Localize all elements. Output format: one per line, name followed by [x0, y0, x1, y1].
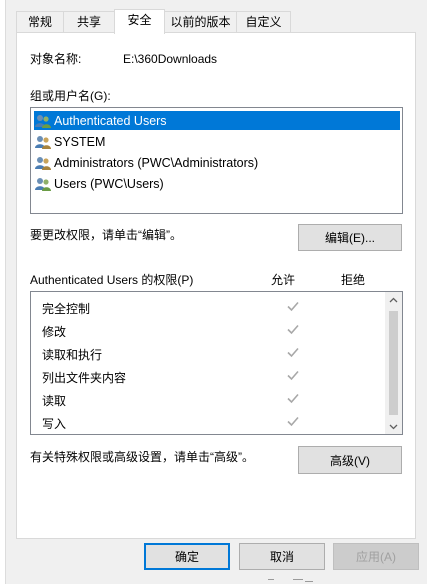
edit-button[interactable]: 编辑(E)... [298, 224, 402, 251]
permission-row: 读取 [42, 389, 382, 409]
users-listbox[interactable]: Authenticated Users SYSTEM Administrator… [30, 107, 403, 214]
user-name: Authenticated Users [54, 113, 167, 128]
permission-row: 读取和执行 [42, 343, 382, 363]
allow-check-icon [287, 301, 299, 312]
permissions-list[interactable]: 完全控制 修改 读取和执行 列出文件夹内容 读取 写入 [30, 291, 403, 435]
tab-general[interactable]: 常规 [16, 11, 64, 33]
permission-name: 读取 [42, 394, 67, 408]
list-item-administrators[interactable]: Administrators (PWC\Administrators) [34, 153, 400, 172]
users-group-icon [34, 176, 52, 192]
tab-sharing-label: 共享 [76, 15, 101, 29]
tab-security-label: 安全 [127, 13, 152, 27]
background-fragment [305, 581, 313, 582]
tab-previous-versions-label: 以前的版本 [170, 15, 231, 29]
list-item-system[interactable]: SYSTEM [34, 132, 400, 151]
user-name: Users (PWC\Users) [54, 176, 164, 191]
tab-previous-versions[interactable]: 以前的版本 [164, 11, 237, 33]
user-name: SYSTEM [54, 134, 106, 149]
ok-button[interactable]: 确定 [144, 543, 230, 570]
users-group-icon [34, 134, 52, 150]
users-group-icon [34, 155, 52, 171]
apply-button: 应用(A) [333, 543, 419, 570]
permission-row: 列出文件夹内容 [42, 366, 382, 386]
allow-check-icon [287, 416, 299, 427]
permission-name: 列出文件夹内容 [42, 371, 127, 385]
users-group-icon [34, 113, 52, 129]
tab-customize[interactable]: 自定义 [236, 11, 291, 33]
deny-column-label: 拒绝 [341, 273, 366, 287]
allow-check-icon [287, 324, 299, 335]
change-permissions-hint: 要更改权限，请单击“编辑”。 [30, 228, 182, 242]
object-name-value: E:\360Downloads [123, 52, 218, 66]
list-item-authenticated-users[interactable]: Authenticated Users [34, 111, 400, 130]
permission-row: 修改 [42, 320, 382, 340]
allow-check-icon [287, 370, 299, 381]
scroll-down-arrow-icon[interactable] [389, 422, 398, 431]
user-name: Administrators (PWC\Administrators) [54, 155, 259, 170]
allow-check-icon [287, 393, 299, 404]
advanced-settings-hint: 有关特殊权限或高级设置，请单击“高级”。 [30, 450, 254, 464]
tab-customize-label: 自定义 [245, 15, 282, 29]
permission-name: 写入 [42, 417, 67, 431]
tab-general-label: 常规 [27, 15, 52, 29]
permission-name: 修改 [42, 325, 67, 339]
advanced-button[interactable]: 高级(V) [298, 446, 402, 474]
permission-row: 完全控制 [42, 297, 382, 317]
allow-check-icon [287, 347, 299, 358]
allow-column-label: 允许 [271, 273, 296, 287]
scroll-up-arrow-icon[interactable] [389, 296, 398, 305]
scrollbar-thumb[interactable] [389, 311, 398, 415]
tab-security[interactable]: 安全 [114, 9, 165, 34]
permissions-header: Authenticated Users 的权限(P) [30, 273, 194, 287]
permission-name: 完全控制 [42, 302, 91, 316]
cancel-button[interactable]: 取消 [239, 543, 325, 570]
object-name-label: 对象名称: [30, 52, 82, 66]
background-fragment [293, 579, 303, 580]
permissions-scrollbar[interactable] [385, 292, 402, 434]
groups-label: 组或用户名(G): [30, 89, 111, 103]
background-window-edge [0, 0, 6, 584]
list-item-users[interactable]: Users (PWC\Users) [34, 174, 400, 193]
background-fragment [268, 579, 274, 580]
tab-sharing[interactable]: 共享 [63, 11, 115, 33]
permission-name: 读取和执行 [42, 348, 103, 362]
permission-row: 写入 [42, 412, 382, 432]
